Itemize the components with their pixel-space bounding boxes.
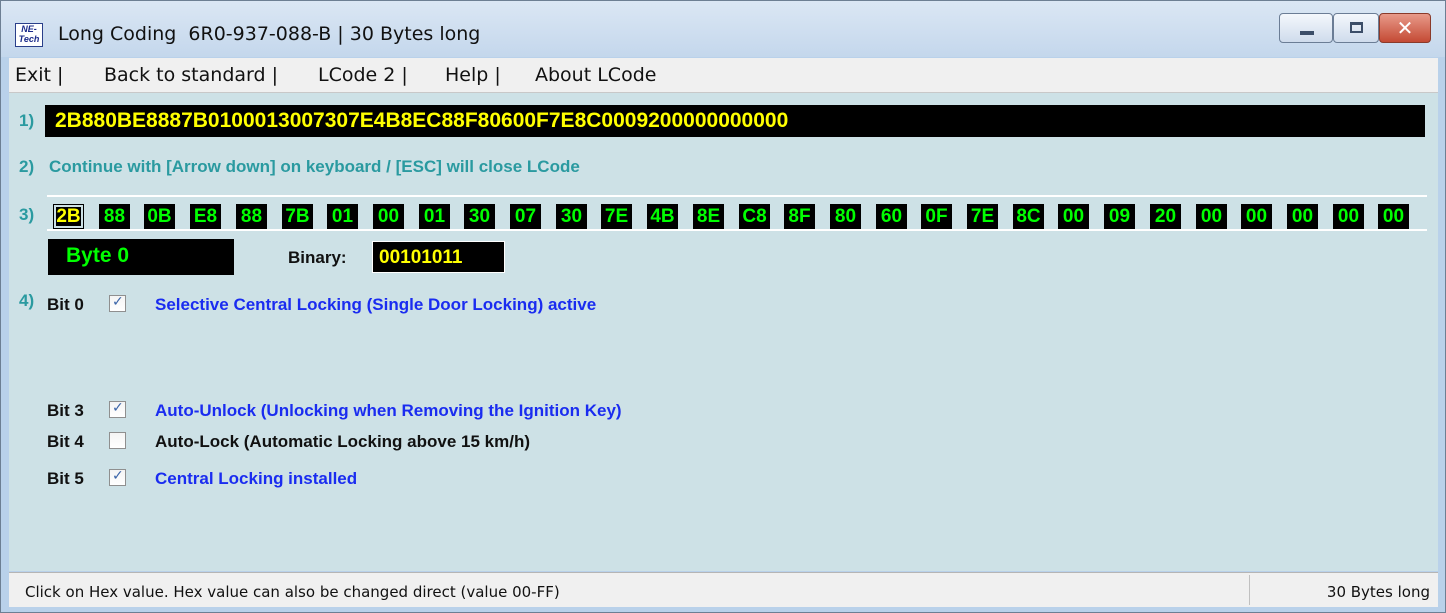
title-bar[interactable]: NE-Tech Long Coding 6R0-937-088-B | 30 B… — [1, 1, 1445, 57]
hex-byte-24[interactable]: 20 — [1150, 204, 1181, 229]
status-hint: Click on Hex value. Hex value can also b… — [25, 583, 560, 601]
minimize-button[interactable] — [1279, 13, 1333, 43]
hex-byte-15[interactable]: C8 — [739, 204, 770, 229]
bit-5-checkbox[interactable]: ✓ — [109, 468, 126, 486]
hex-byte-13[interactable]: 4B — [647, 204, 678, 229]
hex-byte-9[interactable]: 30 — [464, 204, 495, 229]
hex-byte-20[interactable]: 7E — [967, 204, 998, 229]
status-divider — [1249, 575, 1250, 605]
step-4-label: 4) — [19, 291, 35, 310]
bit-3-description: Auto-Unlock (Unlocking when Removing the… — [155, 401, 622, 420]
bit-4-checkbox[interactable] — [109, 432, 126, 449]
checkmark-icon: ✓ — [112, 400, 124, 416]
step-3-label: 3) — [19, 205, 35, 224]
hex-byte-7[interactable]: 00 — [373, 204, 404, 229]
bit-4-label: Bit 4 — [47, 432, 84, 451]
bit-3-checkbox[interactable]: ✓ — [109, 400, 126, 418]
hex-byte-14[interactable]: 8E — [693, 204, 724, 229]
window-title: Long Coding 6R0-937-088-B | 30 Bytes lon… — [58, 23, 481, 45]
hex-byte-21[interactable]: 8C — [1013, 204, 1044, 229]
hex-byte-10[interactable]: 07 — [510, 204, 541, 229]
hex-byte-2[interactable]: 0B — [144, 204, 175, 229]
status-bar: Click on Hex value. Hex value can also b… — [9, 572, 1438, 607]
maximize-button[interactable] — [1333, 13, 1379, 43]
menu-lcode2[interactable]: LCode 2 | — [318, 64, 408, 86]
app-logo-icon: NE-Tech — [15, 23, 43, 47]
menu-exit[interactable]: Exit | — [15, 64, 63, 86]
hex-byte-5[interactable]: 7B — [282, 204, 313, 229]
app-logo-text: NE-Tech — [18, 24, 40, 44]
binary-label: Binary: — [288, 248, 347, 267]
close-icon: ✕ — [1396, 16, 1414, 40]
binary-value-field[interactable]: 00101011 — [372, 241, 505, 273]
hex-byte-17[interactable]: 80 — [830, 204, 861, 229]
hex-byte-3[interactable]: E8 — [190, 204, 221, 229]
hex-byte-12[interactable]: 7E — [601, 204, 632, 229]
close-button[interactable]: ✕ — [1379, 13, 1431, 43]
lcode-window: NE-Tech Long Coding 6R0-937-088-B | 30 B… — [0, 0, 1446, 613]
bit-0-description: Selective Central Locking (Single Door L… — [155, 295, 597, 314]
checkmark-icon: ✓ — [112, 294, 124, 310]
selected-byte-label: Byte 0 — [48, 239, 234, 275]
hex-byte-4[interactable]: 88 — [236, 204, 267, 229]
menu-help[interactable]: Help | — [445, 64, 501, 86]
bit-4-description: Auto-Lock (Automatic Locking above 15 km… — [155, 432, 530, 451]
bit-5-label: Bit 5 — [47, 469, 84, 488]
hex-byte-16[interactable]: 8F — [784, 204, 815, 229]
hex-byte-26[interactable]: 00 — [1241, 204, 1272, 229]
hex-byte-25[interactable]: 00 — [1196, 204, 1227, 229]
step-2-label: 2) — [19, 157, 35, 176]
hex-byte-11[interactable]: 30 — [556, 204, 587, 229]
menu-bar: Exit | Back to standard | LCode 2 | Help… — [9, 58, 1438, 93]
coding-string-field[interactable]: 2B880BE8887B0100013007307E4B8EC88F80600F… — [45, 105, 1425, 137]
bit-0-checkbox[interactable]: ✓ — [109, 294, 126, 312]
bit-0-label: Bit 0 — [47, 295, 84, 314]
status-byte-count: 30 Bytes long — [1326, 583, 1430, 601]
hex-byte-22[interactable]: 00 — [1058, 204, 1089, 229]
bit-3-label: Bit 3 — [47, 401, 84, 420]
minimize-icon — [1300, 31, 1314, 35]
menu-about[interactable]: About LCode — [535, 64, 656, 86]
maximize-icon — [1350, 22, 1363, 33]
hex-byte-27[interactable]: 00 — [1287, 204, 1318, 229]
hex-byte-28[interactable]: 00 — [1333, 204, 1364, 229]
bit-5-description: Central Locking installed — [155, 469, 358, 488]
hex-byte-19[interactable]: 0F — [921, 204, 952, 229]
hex-byte-1[interactable]: 88 — [99, 204, 130, 229]
hex-byte-23[interactable]: 09 — [1104, 204, 1135, 229]
instruction-text: Continue with [Arrow down] on keyboard /… — [49, 157, 580, 176]
hex-byte-6[interactable]: 01 — [327, 204, 358, 229]
hex-byte-29[interactable]: 00 — [1378, 204, 1409, 229]
hex-byte-8[interactable]: 01 — [419, 204, 450, 229]
menu-back-to-standard[interactable]: Back to standard | — [104, 64, 278, 86]
hex-byte-0[interactable]: 2B — [53, 204, 84, 229]
step-1-label: 1) — [19, 111, 35, 130]
checkmark-icon: ✓ — [112, 468, 124, 484]
hex-byte-18[interactable]: 60 — [876, 204, 907, 229]
